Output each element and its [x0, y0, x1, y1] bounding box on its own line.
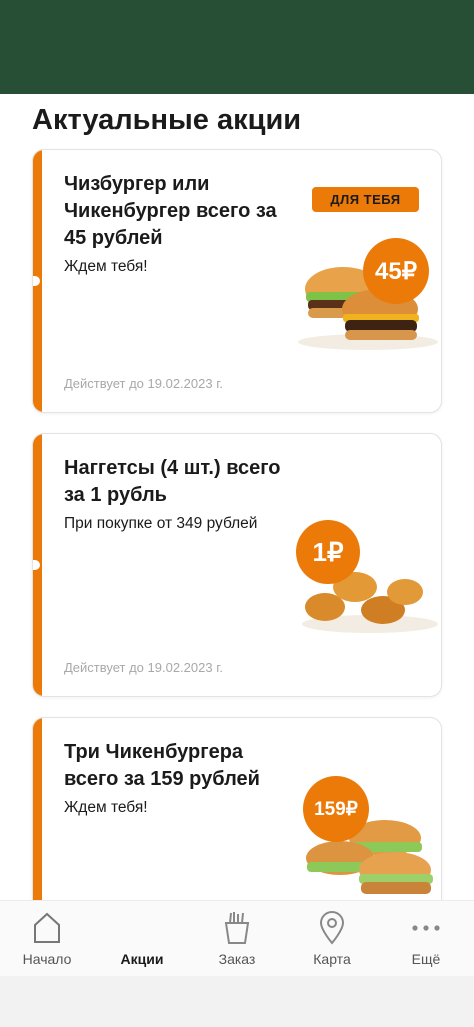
- price-circle: 45₽: [363, 238, 429, 304]
- price-circle: 159₽: [303, 776, 369, 842]
- tab-label: Начало: [22, 951, 72, 967]
- promo-subtitle: При покупке от 349 рублей: [64, 515, 258, 532]
- tab-label: Карта: [313, 951, 351, 967]
- card-accent-stripe: [33, 718, 42, 916]
- promo-validity: Действует до 19.02.2023 г.: [64, 660, 223, 675]
- fries-icon: [224, 912, 250, 944]
- tab-label: Заказ: [218, 951, 256, 967]
- page-title: Актуальные акции: [32, 104, 302, 136]
- tab-home[interactable]: Начало: [7, 911, 87, 967]
- tab-map[interactable]: Карта: [292, 911, 372, 967]
- for-you-badge: ДЛЯ ТЕБЯ: [312, 187, 419, 212]
- tab-order[interactable]: Заказ: [197, 911, 277, 967]
- top-header-bar: [0, 0, 474, 94]
- promo-card-nuggets[interactable]: Наггетсы (4 шт.) всего за 1 рубль При по…: [32, 433, 442, 697]
- more-dots-icon: [412, 925, 440, 931]
- promo-title: Три Чикенбургера всего за 159 рублей: [64, 741, 260, 790]
- tab-promos[interactable]: Акции: [102, 911, 182, 967]
- promo-validity: Действует до 19.02.2023 г.: [64, 376, 223, 391]
- promo-title: Чизбургер или Чикенбургер всего за 45 ру…: [64, 173, 277, 249]
- promo-subtitle: Ждем тебя!: [64, 799, 148, 816]
- home-icon: [34, 912, 60, 943]
- price-circle: 1₽: [296, 520, 360, 584]
- promo-subtitle: Ждем тебя!: [64, 258, 148, 275]
- promo-title: Наггетсы (4 шт.) всего за 1 рубль: [64, 457, 281, 506]
- promo-card-cheeseburger[interactable]: Чизбургер или Чикенбургер всего за 45 ру…: [32, 149, 442, 413]
- promo-card-chickenburgers[interactable]: Три Чикенбургера всего за 159 рублей Жде…: [32, 717, 442, 917]
- promo-icon: [127, 911, 157, 945]
- map-pin-icon: [319, 911, 345, 945]
- tab-label: Ещё: [411, 951, 441, 967]
- home-indicator-area: [0, 976, 474, 1027]
- tab-label: Акции: [120, 951, 164, 967]
- tab-more[interactable]: Ещё: [386, 911, 466, 967]
